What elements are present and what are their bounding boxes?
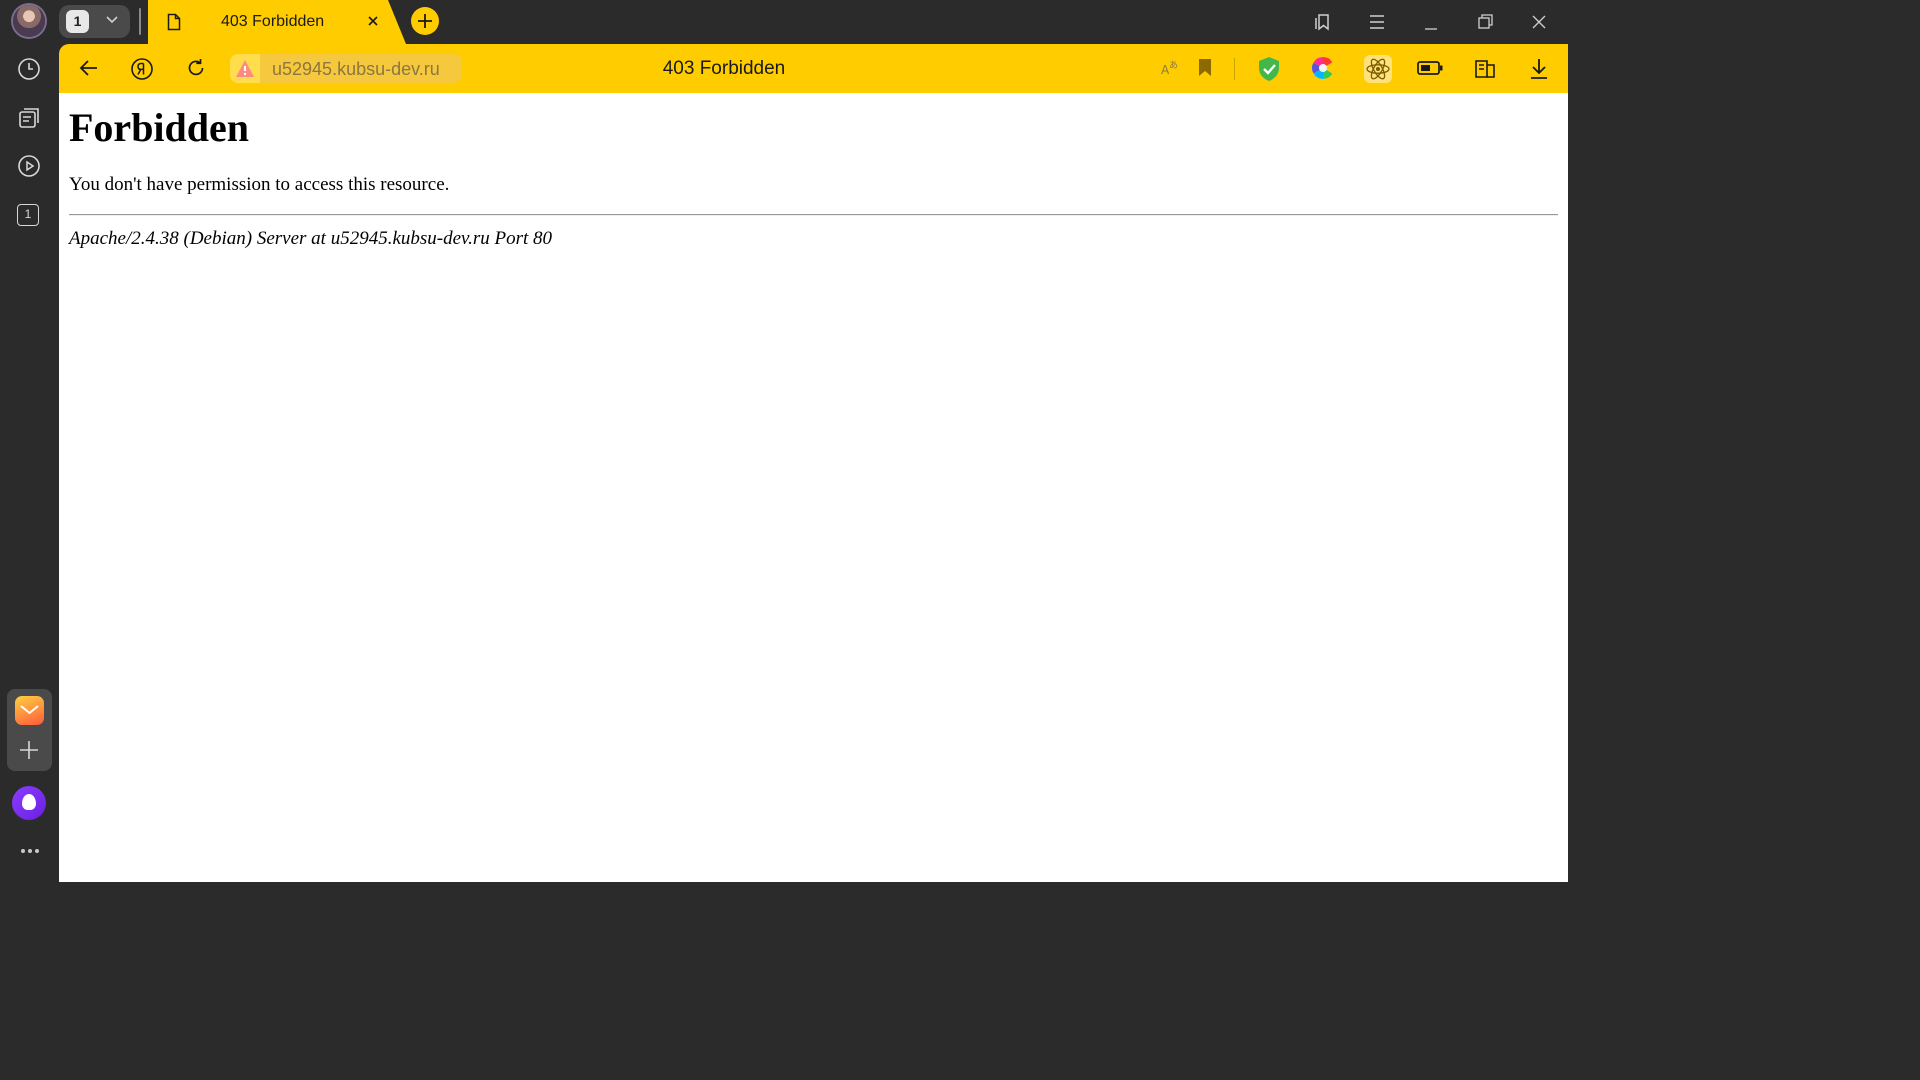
download-icon[interactable] xyxy=(1528,57,1550,81)
battery-saver-icon[interactable] xyxy=(1416,57,1444,79)
page-content: Forbidden You don't have permission to a… xyxy=(59,93,1568,882)
tab-active[interactable]: 403 Forbidden xyxy=(148,0,406,44)
menu-icon[interactable] xyxy=(1368,12,1386,32)
chevron-down-icon xyxy=(106,16,118,24)
bookmark-icon[interactable] xyxy=(1196,57,1214,79)
error-heading: Forbidden xyxy=(69,105,250,150)
address-bar: u52945.kubsu-dev.ru 403 Forbidden A あ xyxy=(59,44,1568,93)
tab-counter-icon[interactable]: 1 xyxy=(17,204,39,226)
protect-shield-icon[interactable] xyxy=(1256,55,1282,83)
close-window-icon[interactable] xyxy=(1530,12,1548,32)
sidebar: 1 xyxy=(0,44,59,882)
svg-text:あ: あ xyxy=(1169,60,1178,71)
more-icon[interactable] xyxy=(20,848,40,854)
toolbar-divider xyxy=(1234,58,1235,80)
collections-icon[interactable] xyxy=(17,106,41,130)
envelope-icon xyxy=(20,705,39,715)
horizontal-rule xyxy=(69,214,1558,216)
mail-icon[interactable] xyxy=(15,696,44,725)
voice-assistant-icon[interactable] xyxy=(12,786,46,820)
new-tab-button[interactable] xyxy=(411,7,439,35)
plus-icon xyxy=(418,14,432,28)
add-app-icon[interactable] xyxy=(18,739,40,761)
react-devtools-icon[interactable] xyxy=(1364,55,1392,83)
close-icon[interactable] xyxy=(366,14,380,28)
minimize-icon[interactable] xyxy=(1422,12,1440,32)
server-signature: Apache/2.4.38 (Debian) Server at u52945.… xyxy=(69,228,552,249)
sidebar-apps-panel xyxy=(7,689,52,771)
profile-avatar[interactable] xyxy=(13,5,45,37)
bookmarks-icon[interactable] xyxy=(1313,12,1333,32)
translate-icon[interactable]: A あ xyxy=(1160,57,1182,79)
document-icon xyxy=(167,13,181,31)
tab-count-badge: 1 xyxy=(66,10,89,33)
history-icon[interactable] xyxy=(17,57,41,81)
page-title: 403 Forbidden xyxy=(662,58,786,79)
tab-strip-divider xyxy=(139,8,141,35)
color-picker-extension-icon[interactable] xyxy=(1311,56,1335,80)
tab-title: 403 Forbidden xyxy=(221,13,325,30)
video-icon[interactable] xyxy=(17,154,41,178)
reader-mode-icon[interactable] xyxy=(1473,57,1497,81)
atom-icon xyxy=(1366,58,1390,80)
restore-icon[interactable] xyxy=(1476,12,1494,32)
tabs-overview-button[interactable]: 1 xyxy=(59,5,130,38)
tab-strip: 1 403 Forbidden xyxy=(0,0,1568,44)
error-message: You don't have permission to access this… xyxy=(69,174,450,195)
